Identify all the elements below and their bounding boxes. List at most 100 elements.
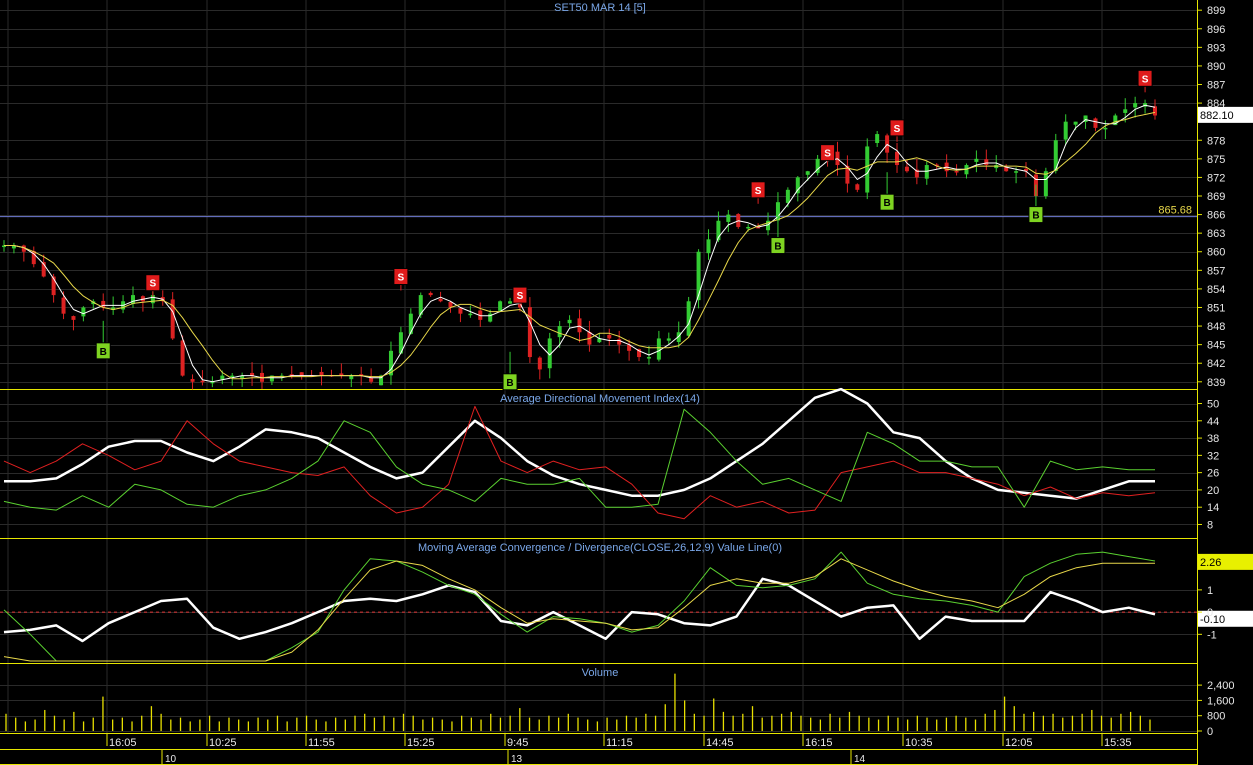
- candle-body: [438, 298, 443, 302]
- candle-body: [200, 380, 205, 383]
- candle-body: [81, 307, 86, 317]
- y-tick-label: 2,400: [1207, 680, 1235, 692]
- adx-series-line: [4, 387, 1155, 500]
- y-tick-label: 860: [1207, 247, 1225, 259]
- y-tick-label: 890: [1207, 61, 1225, 73]
- y-tick-label: 44: [1207, 416, 1219, 428]
- candle-body: [646, 357, 651, 359]
- macd-series-line: [3, 558, 1155, 662]
- y-tick-label: 1,600: [1207, 695, 1235, 707]
- signal-label: S: [755, 186, 762, 197]
- time-label: 14:45: [706, 737, 734, 749]
- time-label: 10:25: [209, 737, 237, 749]
- signal-label: B: [100, 347, 107, 358]
- time-label: 12:05: [1005, 737, 1033, 749]
- candle-body: [1014, 171, 1019, 173]
- y-tick-label: 869: [1207, 191, 1225, 203]
- candle-body: [904, 166, 909, 172]
- sell-signal: S: [889, 119, 905, 142]
- y-tick-label: 848: [1207, 321, 1225, 333]
- volume-title: Volume: [582, 667, 619, 679]
- sell-signal: S: [512, 286, 528, 310]
- y-tick-label: 8: [1207, 519, 1213, 531]
- adx-series-line: [3, 408, 1155, 511]
- candle-body: [130, 295, 135, 304]
- candle-body: [656, 338, 661, 360]
- candle-body: [319, 371, 324, 376]
- candle-body: [726, 214, 731, 222]
- macd-panel: 2.26-0.10: [0, 551, 1253, 662]
- y-tick-label: -1: [1207, 629, 1217, 641]
- y-tick-label: 884: [1207, 98, 1225, 110]
- candle-body: [508, 301, 513, 304]
- candle-body: [428, 292, 433, 296]
- signal-label: S: [398, 273, 405, 284]
- candle-body: [369, 377, 374, 382]
- y-tick-label: 872: [1207, 172, 1225, 184]
- y-tick-label: 20: [1207, 485, 1219, 497]
- macd-title: Moving Average Convergence / Divergence(…: [418, 542, 782, 554]
- y-tick-label: 875: [1207, 154, 1225, 166]
- trading-chart: SET50 MAR 14 [5] Average Directional Mov…: [0, 0, 1253, 765]
- day-label: 13: [511, 754, 523, 765]
- candle-body: [746, 226, 751, 229]
- adx-panel: [3, 387, 1156, 520]
- candle-body: [349, 375, 354, 380]
- signal-label: B: [774, 242, 781, 253]
- y-tick-label: 866: [1207, 210, 1225, 222]
- signal-label: B: [1032, 211, 1039, 222]
- y-tick-label: 854: [1207, 284, 1225, 296]
- y-tick-label: 26: [1207, 468, 1219, 480]
- y-tick-label: 839: [1207, 377, 1225, 389]
- candle-body: [458, 308, 463, 314]
- signal-label: S: [517, 291, 524, 302]
- time-label: 11:15: [606, 737, 633, 749]
- candle-body: [865, 146, 870, 193]
- signal-label: S: [824, 149, 831, 160]
- candle-body: [180, 340, 185, 376]
- signal-label: S: [150, 279, 157, 290]
- y-tick-label: 896: [1207, 24, 1225, 36]
- time-label: 11:55: [308, 737, 335, 749]
- candle-body: [190, 378, 195, 382]
- candle-body: [785, 189, 790, 203]
- candle-body: [61, 297, 66, 314]
- candle-body: [567, 319, 572, 324]
- candle-body: [1153, 106, 1157, 116]
- candle-body: [696, 251, 701, 301]
- macd-signal-value: 2.26: [1200, 557, 1221, 569]
- adx-series-line: [3, 405, 1156, 520]
- candle-body: [607, 334, 612, 339]
- candle-body: [875, 134, 880, 143]
- y-tick-label: 0: [1207, 607, 1213, 619]
- time-label: 9:45: [507, 737, 528, 749]
- candle-body: [1103, 127, 1108, 130]
- candle-body: [954, 171, 959, 173]
- candle-body: [924, 165, 929, 179]
- candle-body: [1123, 109, 1128, 113]
- y-tick-label: 32: [1207, 450, 1219, 462]
- candle-body: [1063, 121, 1068, 140]
- signal-label: S: [1142, 74, 1149, 85]
- volume-panel: [5, 673, 1151, 731]
- candle-body: [805, 171, 810, 175]
- candle-body: [984, 159, 989, 166]
- time-label: 16:15: [805, 737, 833, 749]
- candle-body: [706, 239, 711, 254]
- time-label: 16:05: [109, 737, 137, 749]
- time-axis: 16:05 10:25 11:55 15:25 9:45 11:15 14:45 16:15 1…: [0, 733, 1197, 765]
- y-tick-label: 38: [1207, 433, 1219, 445]
- buy-signal: B: [1028, 184, 1044, 224]
- adx-title: Average Directional Movement Index(14): [500, 393, 700, 405]
- reference-line-label: 865.68: [1158, 205, 1192, 217]
- y-tick-label: 0: [1207, 726, 1213, 738]
- signal-label: S: [894, 124, 901, 135]
- signal-label: B: [883, 198, 890, 209]
- y-tick-label: 851: [1207, 302, 1225, 314]
- y-tick-label: 1: [1207, 585, 1213, 597]
- candle-body: [1043, 171, 1048, 197]
- candle-body: [855, 184, 860, 190]
- candle-body: [71, 316, 76, 320]
- candle-body: [408, 313, 413, 334]
- candle-body: [895, 151, 900, 166]
